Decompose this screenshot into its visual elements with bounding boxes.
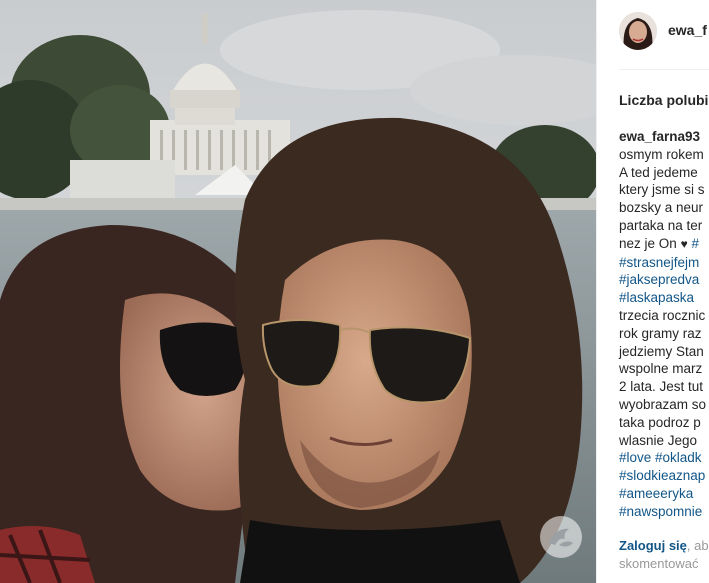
divider (619, 69, 709, 70)
caption-line: osmym rokem (619, 146, 704, 162)
caption-line: taka podroz p (619, 414, 701, 430)
hashtag-link[interactable]: #nawspomnie (619, 504, 702, 519)
hashtag-link[interactable]: #slodkieaznap (619, 468, 705, 483)
profile-avatar[interactable] (619, 12, 657, 50)
caption-line: wlasnie Jego (619, 432, 698, 448)
login-link[interactable]: Zaloguj się (619, 538, 687, 553)
hashtag-link[interactable]: # (691, 236, 699, 251)
post-sidebar: ewa_f Liczba polubie ewa_farna93 osmym r… (596, 0, 709, 583)
post-caption: ewa_farna93 osmym rokem A ted jedeme kte… (619, 128, 709, 521)
login-prompt-text: , ab (686, 538, 709, 553)
hashtag-link[interactable]: #love #okladk (619, 450, 702, 465)
bird-logo-watermark-icon (539, 515, 583, 559)
caption-line: partaka na ter (619, 217, 703, 233)
login-prompt: Zaloguj się, ab skomentować (619, 537, 709, 572)
caption-line: rok gramy raz (619, 325, 702, 341)
post-photo[interactable] (0, 0, 596, 583)
caption-line: ktery jsme si s (619, 182, 705, 198)
heart-icon: ♥ (680, 236, 688, 251)
caption-line: bozsky a neur (619, 200, 704, 216)
hashtag-link[interactable]: #laskapaska (619, 290, 694, 305)
hashtag-link[interactable]: #strasnejfejm (619, 255, 699, 270)
avatar-image (619, 12, 657, 50)
caption-line: wyobrazam so (619, 396, 707, 412)
username-link[interactable]: ewa_f (668, 22, 707, 38)
caption-line: A ted jedeme (619, 164, 698, 180)
login-prompt-text-2: skomentować (619, 555, 699, 571)
likes-count[interactable]: Liczba polubie (619, 92, 709, 108)
caption-author-link[interactable]: ewa_farna93 (619, 129, 700, 144)
caption-line: trzecia rocznic (619, 307, 706, 323)
selfie-capitol-photo (0, 0, 596, 583)
caption-line: 2 lata. Jest tut (619, 379, 704, 395)
caption-line: jedziemy Stan (619, 343, 704, 359)
caption-line: nez je On (619, 235, 677, 251)
post-header: ewa_f (597, 0, 709, 64)
hashtag-link[interactable]: #ameeeryka (619, 486, 693, 501)
hashtag-link[interactable]: #jaksepredva (619, 272, 699, 287)
caption-line: wspolne marz (619, 361, 703, 377)
